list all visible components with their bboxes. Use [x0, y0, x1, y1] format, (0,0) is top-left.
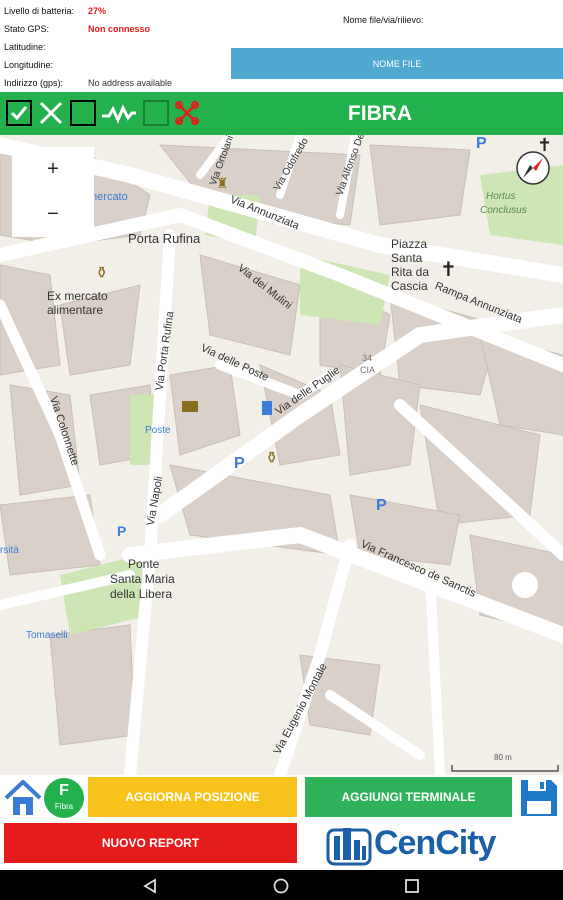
map-label: Porta Rufina	[128, 231, 201, 246]
new-report-button[interactable]: NUOVO REPORT	[4, 823, 297, 863]
home-circle-icon[interactable]	[273, 878, 289, 899]
zoom-out-button[interactable]: −	[12, 192, 94, 237]
filename-button[interactable]: NOME FILE	[231, 48, 563, 79]
map-label: della Libera	[110, 587, 173, 601]
cross-icon[interactable]	[38, 100, 64, 126]
battery-value: 27%	[88, 6, 107, 16]
map-label: Conclusus	[480, 205, 527, 216]
post-office-icon	[182, 401, 198, 412]
floppy-disk-icon[interactable]	[518, 777, 560, 819]
recent-apps-icon[interactable]	[404, 878, 420, 899]
logo-text: CenCity	[374, 824, 496, 862]
parking-icon: P	[117, 523, 127, 539]
map-label: Hortus	[486, 191, 516, 202]
map-label: Cascia	[391, 279, 428, 293]
map-label: Santa	[391, 251, 423, 265]
latitude-label: Latitudine:	[4, 42, 46, 52]
parking-icon: P	[376, 497, 387, 514]
parking-icon: P	[476, 135, 487, 152]
toolbar-title: FIBRA	[347, 102, 413, 125]
city-icon	[326, 828, 372, 866]
update-position-button[interactable]: AGGIORNA POSIZIONE	[88, 777, 297, 817]
map-label: Rita da	[391, 265, 430, 279]
map-label: Tomaselli	[26, 630, 68, 641]
zigzag-line-icon[interactable]	[101, 100, 137, 126]
museum-icon: ⚱	[265, 450, 279, 467]
zoom-control: + −	[12, 147, 94, 237]
home-icon[interactable]	[4, 778, 42, 818]
fuel-icon	[262, 401, 272, 415]
compass-icon[interactable]	[515, 150, 551, 186]
back-icon[interactable]	[142, 878, 158, 899]
map-label: 34	[362, 353, 373, 363]
toolbar: FIBRA	[0, 92, 563, 135]
address-value: No address available	[88, 78, 173, 88]
add-terminal-button[interactable]: AGGIUNGI TERMINALE	[305, 777, 512, 817]
square-icon[interactable]	[70, 100, 96, 126]
filename-label: Nome file/via/rilievo:	[343, 15, 424, 25]
monument-icon: ♜	[216, 175, 229, 191]
map-label: rsità	[0, 545, 19, 556]
map-label: Ponte	[128, 557, 160, 571]
longitude-label: Longitudine:	[4, 60, 54, 70]
map-label: Santa Maria	[110, 572, 175, 586]
badge-sub: Fibra	[54, 802, 74, 811]
fiber-badge[interactable]: F Fibra	[44, 778, 84, 818]
church-icon: ✝	[440, 259, 457, 281]
square-icon[interactable]	[143, 100, 169, 126]
map-label: Piazza	[391, 237, 428, 251]
zoom-in-button[interactable]: +	[12, 147, 94, 192]
badge-letter: F	[59, 782, 69, 799]
cut-cross-icon[interactable]	[174, 100, 200, 126]
gps-label: Stato GPS:	[4, 24, 50, 34]
parking-icon: P	[234, 455, 245, 472]
map-label: alimentare	[47, 303, 104, 317]
map-label: Ex mercato	[47, 289, 108, 303]
checkbox-checked-icon[interactable]	[6, 100, 32, 126]
address-label: Indirizzo (gps):	[4, 78, 64, 88]
map-label: Poste	[145, 425, 171, 436]
system-navbar	[0, 870, 563, 900]
map-label: CIA	[360, 365, 376, 375]
battery-label: Livello di batteria:	[4, 6, 75, 16]
cencity-logo: CenCity	[326, 820, 526, 868]
museum-icon: ⚱	[95, 265, 109, 282]
gps-value: Non connesso	[88, 24, 151, 34]
map-scale: 80 m	[494, 753, 512, 762]
